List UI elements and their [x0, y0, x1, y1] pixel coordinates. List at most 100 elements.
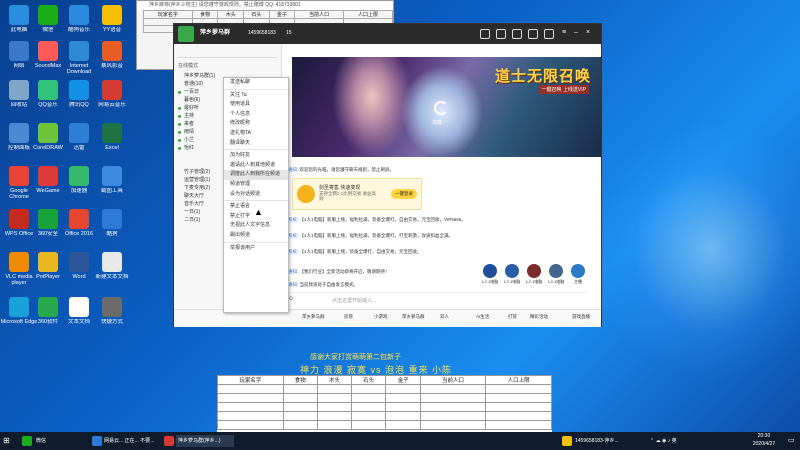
context-menu-item[interactable]: 使用道具: [224, 100, 288, 110]
task-yy[interactable]: 萍乡萝马群(萍乡...): [176, 435, 234, 447]
message-sender[interactable]: 通知:: [288, 167, 300, 172]
desktop-icon[interactable]: 截图工具: [93, 166, 131, 200]
toolbar-item[interactable]: 精彩活动: [530, 314, 548, 320]
sidebar-item-label: 来者: [184, 121, 195, 127]
clock[interactable]: 20:30 2020/4/27: [744, 432, 784, 447]
notification-icon[interactable]: ▭: [788, 435, 795, 447]
resource-table-header: 金子: [385, 375, 421, 385]
game-banner[interactable]: 道士无限召唤 一键召唤 上线送VIP 加载: [292, 57, 601, 157]
sidebar-item-label: 竹子管理(2): [184, 169, 211, 175]
desktop-icon[interactable]: 暴风影音: [93, 41, 131, 75]
loading-spinner-icon: [434, 101, 448, 115]
toolbar-item[interactable]: 打赏: [508, 314, 517, 320]
game-icon[interactable]: [528, 29, 538, 39]
desktop-icon[interactable]: YY语音: [93, 5, 131, 39]
message-sender[interactable]: 通知:: [288, 282, 300, 287]
promo-card[interactable]: 剑圣寄售 快速变现 支持全网1:1比例交易 收益高效 一键登录: [292, 178, 422, 210]
video-icon[interactable]: [480, 29, 490, 39]
online-dot-icon: [178, 147, 181, 150]
context-menu-item[interactable]: 修改昵称: [224, 119, 288, 129]
chat-message: 通知: 【我们行业】全新活动即将开启，敬请期待！: [288, 269, 478, 275]
toolbar-item[interactable]: 房管: [344, 314, 353, 320]
context-menu-item[interactable]: 频道管理: [224, 180, 288, 190]
gift-avatar[interactable]: [549, 264, 563, 278]
menu-icon[interactable]: ≡: [562, 29, 566, 36]
desktop-app-icon: [38, 80, 58, 100]
context-menu-item[interactable]: 送礼物TA: [224, 129, 288, 139]
user-context-menu[interactable]: 发送私聊关注 Ta 使用道具 个人信息 修改昵称 送礼物TA 翻译聊天加为好友 邀请此人到其…: [223, 77, 289, 313]
thanks-banner-text: 感谢大家打赏萌萌第二包新子: [310, 354, 401, 361]
context-menu-item[interactable]: 邀请此人到其他频道: [224, 161, 288, 171]
minimize-icon[interactable]: –: [574, 29, 578, 36]
sidebar-item-label: 音乐大厅: [184, 201, 205, 207]
toolbar-item[interactable]: 小游戏: [374, 314, 388, 320]
toolbar-item[interactable]: 游戏直播: [572, 314, 590, 320]
desktop-icon[interactable]: 网易云音乐: [93, 80, 131, 114]
desktop-icon[interactable]: 新建文本文档: [93, 252, 131, 286]
sidebar-mode-label[interactable]: 在线模式: [178, 62, 198, 69]
taskbar-search[interactable]: 微信: [36, 435, 46, 447]
score-table-header: 石头: [243, 10, 270, 19]
list-icon[interactable]: [512, 29, 522, 39]
toolbar-item[interactable]: 双人: [440, 314, 449, 320]
close-icon[interactable]: ×: [586, 29, 590, 36]
context-menu-item[interactable]: 关注 Ta: [224, 91, 288, 101]
clock-date: 2020/4/27: [752, 441, 776, 447]
context-menu-item[interactable]: 调度此人到我所在频道: [224, 170, 288, 180]
message-sender[interactable]: 系统:: [288, 233, 300, 238]
toolbar-item[interactable]: 萍乡萝马群: [402, 314, 425, 320]
wechat-icon[interactable]: [22, 436, 32, 446]
tray-app-label[interactable]: 1459658183-萍乡...: [575, 435, 635, 447]
desktop-app-icon: [102, 297, 122, 317]
menu-separator: [224, 149, 288, 151]
tray-app-icon[interactable]: [562, 436, 572, 446]
gift-avatar[interactable]: [527, 264, 541, 278]
gift-avatar[interactable]: [571, 264, 585, 278]
desktop-icon-label: Excel: [105, 145, 119, 151]
start-button[interactable]: ⊞: [3, 435, 15, 447]
desktop-icon[interactable]: Excel: [93, 123, 131, 157]
desktop-icon[interactable]: 快捷方式: [93, 297, 131, 331]
chat-input[interactable]: 点击这里开始输入...: [332, 297, 376, 304]
desktop-wallpaper-glow: [590, 120, 800, 380]
task-music[interactable]: 网易云... 正在... 不要...: [104, 435, 160, 447]
promo-button[interactable]: 一键登录: [391, 189, 417, 199]
sidebar-toolbar: [177, 46, 277, 58]
chat-message: 系统: 【1人1电脑】新服上线，福利拉满，装备全爆打，自由交易，元宝回收，VIP…: [288, 217, 478, 223]
sidebar-item-label: 怡红: [184, 145, 195, 151]
input-area[interactable]: ☺ 点击这里开始输入...: [288, 292, 588, 306]
yy-app-icon[interactable]: [164, 436, 174, 446]
context-menu-item[interactable]: 踢出频道: [224, 231, 288, 241]
gift-avatar[interactable]: [483, 264, 497, 278]
desktop-app-icon: [102, 209, 122, 229]
desktop-app-icon: [9, 297, 29, 317]
desktop-app-icon: [102, 5, 122, 25]
toolbar-item[interactable]: AI生活: [476, 314, 489, 320]
context-menu-item[interactable]: 设为对话频道: [224, 190, 288, 200]
online-count: 15: [286, 30, 292, 36]
desktop-icon[interactable]: 酷狗: [93, 209, 131, 243]
sidebar-item-label: 普通(10): [184, 81, 203, 87]
toolbar-item[interactable]: 萍乡萝马群: [302, 314, 325, 320]
message-sender[interactable]: 通知:: [288, 269, 300, 274]
context-menu-item[interactable]: 无视此人文字信息: [224, 221, 288, 231]
context-menu-item[interactable]: 发送私聊: [224, 78, 288, 88]
score-table-header: 木头: [217, 10, 245, 19]
context-menu-item[interactable]: 个人信息: [224, 110, 288, 120]
home-nav-icon[interactable]: [496, 29, 506, 39]
context-menu-item[interactable]: 举报该用户: [224, 244, 288, 254]
message-sender[interactable]: 系统:: [288, 249, 300, 254]
online-dot-icon: [178, 91, 181, 94]
tray-icons[interactable]: ⌃ ☁ ◉ ♪ 英: [650, 435, 677, 447]
resource-table-header: 当前人口: [419, 375, 487, 385]
context-menu-item[interactable]: 加为好友: [224, 151, 288, 161]
banner-game-title: 道士无限召唤: [494, 68, 591, 85]
music-app-icon[interactable]: [92, 436, 102, 446]
context-menu-item[interactable]: 翻译聊天: [224, 139, 288, 149]
skin-icon[interactable]: [544, 29, 554, 39]
message-sender[interactable]: 系统:: [288, 217, 300, 222]
home-icon[interactable]: [178, 26, 194, 42]
online-dot-icon: [178, 131, 181, 134]
gift-avatar[interactable]: [505, 264, 519, 278]
desktop-icon-label: 酷狗: [106, 231, 118, 237]
